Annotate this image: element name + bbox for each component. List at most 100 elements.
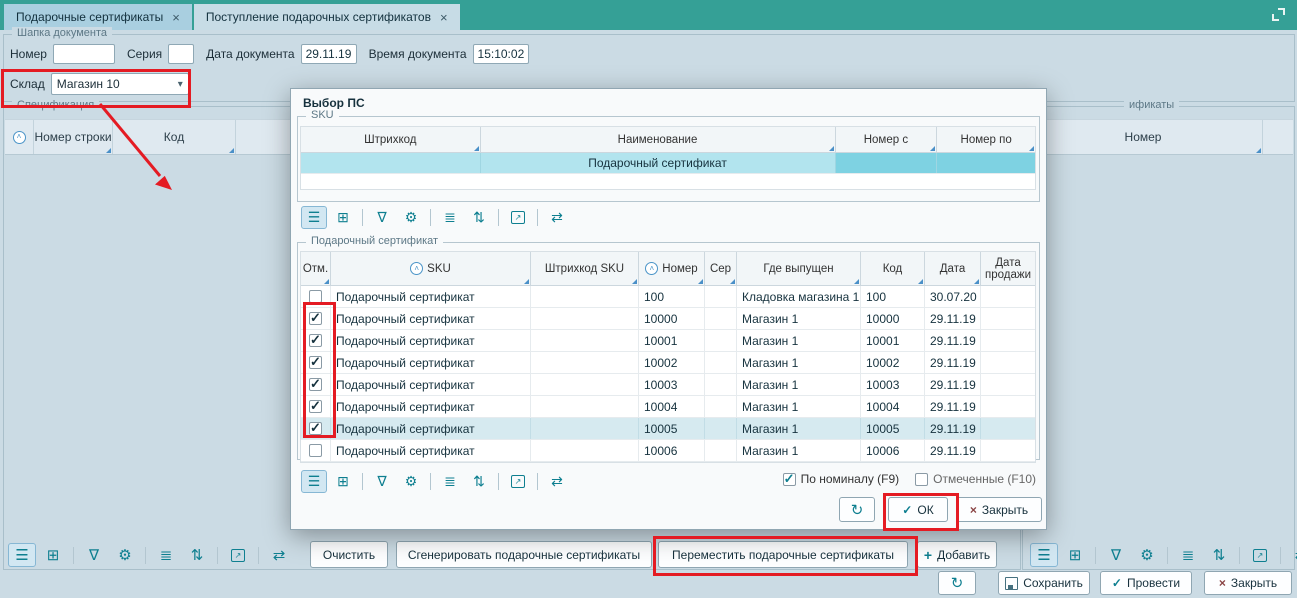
filter-icon[interactable]: ∇ <box>1102 543 1130 567</box>
cert-table-row[interactable]: Подарочный сертификат 10004 Магазин 1 10… <box>301 396 1035 418</box>
name-column-header[interactable]: Наименование <box>481 127 836 153</box>
issued-at-column-header[interactable]: Где выпущен <box>737 252 861 286</box>
cert-table-row[interactable]: Подарочный сертификат 10001 Магазин 1 10… <box>301 330 1035 352</box>
save-button[interactable]: Сохранить <box>998 571 1090 595</box>
row-checkbox[interactable] <box>309 334 322 347</box>
close-dialog-button[interactable]: × Закрыть <box>956 497 1042 522</box>
checkbox[interactable] <box>783 473 796 486</box>
number-column-header[interactable]: ˄ Номер <box>639 252 705 286</box>
grid-view-icon[interactable]: ⊞ <box>330 206 356 229</box>
barcode-column-header[interactable]: Штрихкод <box>301 127 481 153</box>
grid-view-icon[interactable]: ⊞ <box>1061 543 1089 567</box>
sync-icon[interactable]: ⇄ <box>265 543 293 567</box>
tab-gift-certificates-receipt[interactable]: Поступление подарочных сертификатов × <box>194 4 460 30</box>
list-view-icon[interactable]: ☰ <box>1030 543 1058 567</box>
code-column-header[interactable]: Код <box>861 252 925 286</box>
cert-table-row[interactable]: Подарочный сертификат 10005 Магазин 1 10… <box>301 418 1035 440</box>
sort-column-header[interactable]: ˄ <box>5 120 34 154</box>
close-document-button[interactable]: × Закрыть <box>1204 571 1292 595</box>
cell-sku: Подарочный сертификат <box>331 352 531 373</box>
sort-icon[interactable]: ⇅ <box>466 206 492 229</box>
row-checkbox[interactable] <box>309 378 322 391</box>
filter-icon[interactable]: ∇ <box>369 470 395 493</box>
sort-icon[interactable]: ⇅ <box>183 543 211 567</box>
sync-icon[interactable]: ⇄ <box>1287 543 1297 567</box>
sku-row[interactable]: Подарочный сертификат <box>301 153 1035 174</box>
cell-mark <box>301 418 331 439</box>
cert-table-row[interactable]: Подарочный сертификат 10006 Магазин 1 10… <box>301 440 1035 462</box>
gear-icon[interactable]: ⚙ <box>398 470 424 493</box>
grid-view-icon[interactable]: ⊞ <box>330 470 356 493</box>
refresh-button[interactable]: ↻ <box>938 571 976 595</box>
sort-icon[interactable]: ⇅ <box>466 470 492 493</box>
sku-group-title: SKU <box>306 109 339 121</box>
gear-icon[interactable]: ⚙ <box>398 206 424 229</box>
checkbox[interactable] <box>915 473 928 486</box>
gear-icon[interactable]: ⚙ <box>111 543 139 567</box>
row-checkbox[interactable] <box>309 444 322 457</box>
grid-view-icon[interactable]: ⊞ <box>39 543 67 567</box>
series-column-header[interactable]: Сер <box>705 252 737 286</box>
row-checkbox[interactable] <box>309 422 322 435</box>
row-checkbox[interactable] <box>309 400 322 413</box>
doc-time-field[interactable] <box>473 44 529 64</box>
export-icon[interactable]: ↗ <box>1246 543 1274 567</box>
cell-barcode <box>531 330 639 351</box>
list-view-icon[interactable]: ☰ <box>301 206 327 229</box>
generate-certificates-button[interactable]: Сгенерировать подарочные сертификаты <box>396 541 652 568</box>
date-column-header[interactable]: Дата <box>925 252 981 286</box>
list-view-icon[interactable]: ☰ <box>301 470 327 493</box>
filter-icon[interactable]: ∇ <box>80 543 108 567</box>
cert-table-row[interactable]: Подарочный сертификат 100 Кладовка магаз… <box>301 286 1035 308</box>
numbered-list-icon[interactable]: ≣ <box>437 470 463 493</box>
cert-table-row[interactable]: Подарочный сертификат 10000 Магазин 1 10… <box>301 308 1035 330</box>
row-checkbox[interactable] <box>309 290 322 303</box>
list-view-icon[interactable]: ☰ <box>8 543 36 567</box>
cert-table-row[interactable]: Подарочный сертификат 10002 Магазин 1 10… <box>301 352 1035 374</box>
code-column-header[interactable]: Код <box>113 120 236 154</box>
export-icon[interactable]: ↗ <box>224 543 252 567</box>
cert-table-row[interactable]: Подарочный сертификат 10003 Магазин 1 10… <box>301 374 1035 396</box>
line-number-column-header[interactable]: Номер строки <box>34 120 113 154</box>
move-certificates-button[interactable]: Переместить подарочные сертификаты <box>658 541 908 568</box>
number-from-column-header[interactable]: Номер с <box>836 127 938 153</box>
sync-icon[interactable]: ⇄ <box>544 206 570 229</box>
tab-close-icon[interactable]: × <box>440 10 448 25</box>
row-checkbox[interactable] <box>309 356 322 369</box>
export-icon[interactable]: ↗ <box>505 470 531 493</box>
cell-date: 29.11.19 <box>925 308 981 329</box>
sku-column-header[interactable]: ˄ SKU <box>331 252 531 286</box>
series-field[interactable] <box>168 44 194 64</box>
refresh-button[interactable]: ↻ <box>839 497 875 522</box>
doc-date-field[interactable] <box>301 44 357 64</box>
maximize-icon[interactable] <box>1272 8 1285 21</box>
cell-barcode <box>531 396 639 417</box>
gear-icon[interactable]: ⚙ <box>1133 543 1161 567</box>
sale-date-column-header[interactable]: Дата продажи <box>981 252 1035 286</box>
warehouse-combobox[interactable]: Магазин 10 ▾ <box>51 73 189 95</box>
number-column-header[interactable]: Номер <box>1024 120 1263 154</box>
numbered-list-icon[interactable]: ≣ <box>437 206 463 229</box>
marked-checkbox[interactable]: Отмеченные (F10) <box>915 472 1036 486</box>
number-to-column-header[interactable]: Номер по <box>937 127 1035 153</box>
number-field[interactable] <box>53 44 115 64</box>
cell-mark <box>301 352 331 373</box>
by-nominal-checkbox[interactable]: По номиналу (F9) <box>783 472 900 486</box>
clear-button[interactable]: Очистить <box>310 541 388 568</box>
filter-icon[interactable]: ∇ <box>369 206 395 229</box>
cell-mark <box>301 374 331 395</box>
post-button[interactable]: ✓ Провести <box>1100 571 1192 595</box>
add-button[interactable]: + Добавить <box>917 541 997 568</box>
chevron-down-icon: ▾ <box>178 79 183 90</box>
cell-issued: Магазин 1 <box>737 374 861 395</box>
numbered-list-icon[interactable]: ≣ <box>1174 543 1202 567</box>
row-checkbox[interactable] <box>309 312 322 325</box>
numbered-list-icon[interactable]: ≣ <box>152 543 180 567</box>
ok-button[interactable]: ✓ ОК <box>888 497 948 522</box>
tab-close-icon[interactable]: × <box>172 10 180 25</box>
sort-icon[interactable]: ⇅ <box>1205 543 1233 567</box>
sku-barcode-column-header[interactable]: Штрихкод SKU <box>531 252 639 286</box>
mark-column-header[interactable]: Отм. <box>301 252 331 286</box>
export-icon[interactable]: ↗ <box>505 206 531 229</box>
sync-icon[interactable]: ⇄ <box>544 470 570 493</box>
